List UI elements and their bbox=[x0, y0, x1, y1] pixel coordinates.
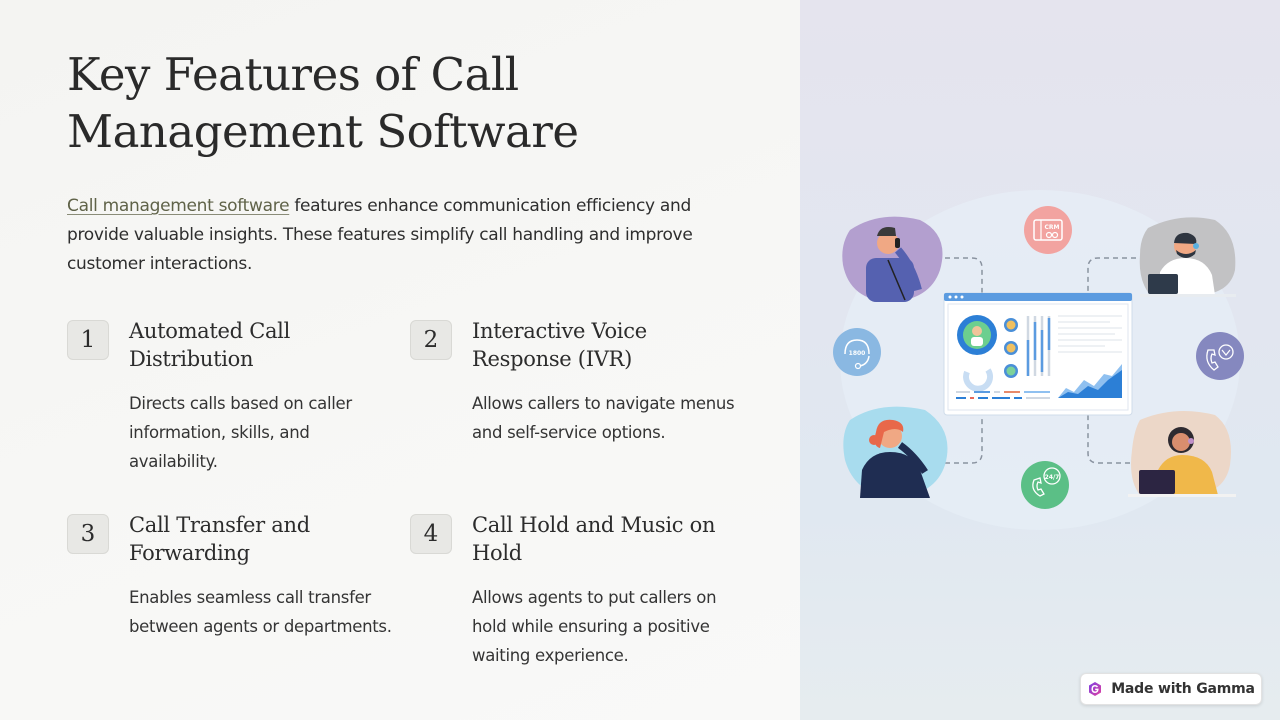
feature-number: 2 bbox=[410, 320, 452, 360]
dashboard-window-illustration bbox=[943, 292, 1133, 416]
agent-woman-illustration bbox=[1128, 411, 1236, 497]
caller-man-illustration bbox=[842, 216, 943, 302]
content-panel: Key Features of Call Management Software… bbox=[0, 0, 800, 720]
call-routing-icon bbox=[1196, 332, 1244, 380]
feature-description: Directs calls based on caller informatio… bbox=[129, 394, 352, 471]
feature-number: 1 bbox=[67, 320, 109, 360]
svg-text:CRM: CRM bbox=[1045, 224, 1060, 231]
feature-number: 4 bbox=[410, 514, 452, 554]
caller-woman-illustration bbox=[843, 406, 948, 498]
toll-free-headset-icon: 1800 bbox=[833, 328, 881, 376]
call-management-software-link[interactable]: Call management software bbox=[67, 196, 290, 216]
feature-title: Call Transfer and Forwarding bbox=[129, 513, 310, 565]
feature-description: Enables seamless call transfer between a… bbox=[129, 588, 392, 636]
badge-label: Made with Gamma bbox=[1111, 681, 1255, 697]
feature-title: Interactive Voice Response (IVR) bbox=[472, 319, 647, 371]
support-24-7-icon: 24/7 bbox=[1021, 461, 1069, 509]
call-center-illustration: CRM 1800 24/7 bbox=[833, 190, 1244, 530]
svg-text:1800: 1800 bbox=[849, 350, 866, 357]
feature-title: Automated Call Distribution bbox=[129, 319, 291, 371]
gamma-logo-icon bbox=[1089, 682, 1102, 696]
made-with-gamma-badge[interactable]: Made with Gamma bbox=[1080, 673, 1262, 705]
agent-man-illustration bbox=[1139, 217, 1236, 297]
svg-text:24/7: 24/7 bbox=[1045, 474, 1060, 481]
feature-number: 3 bbox=[67, 514, 109, 554]
crm-icon: CRM bbox=[1024, 206, 1072, 254]
intro-paragraph: Call management software features enhanc… bbox=[67, 192, 717, 279]
illustration-panel: CRM 1800 24/7 bbox=[800, 0, 1280, 720]
feature-title: Call Hold and Music on Hold bbox=[472, 513, 716, 565]
feature-description: Allows callers to navigate menus and sel… bbox=[472, 394, 735, 442]
slide-title: Key Features of Call Management Software bbox=[67, 48, 579, 158]
feature-description: Allows agents to put callers on hold whi… bbox=[472, 588, 717, 665]
